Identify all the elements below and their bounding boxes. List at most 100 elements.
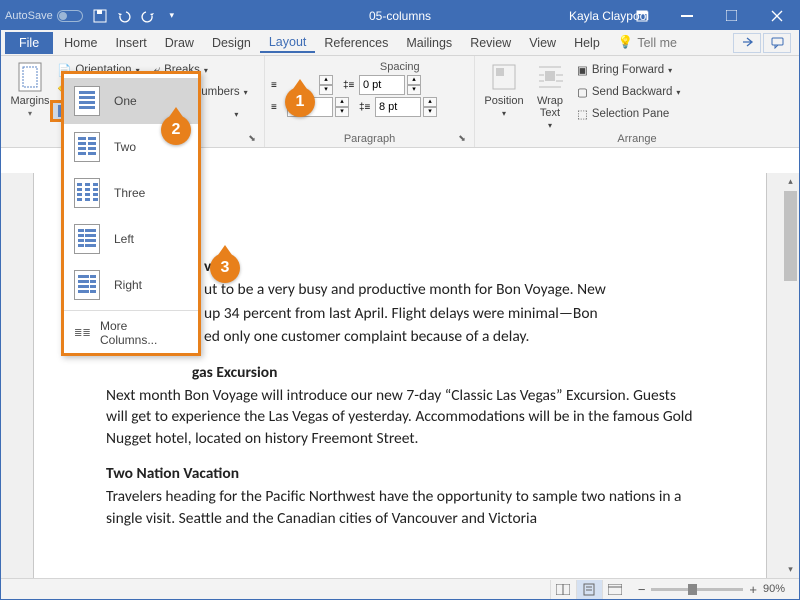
- web-layout-button[interactable]: [602, 580, 628, 599]
- spacing-after-input[interactable]: ‡≡▴▾: [359, 97, 437, 117]
- columns-option-left[interactable]: Left: [64, 216, 198, 262]
- doc-para-1c: ed only one customer complaint because o…: [204, 326, 694, 347]
- window-controls: [619, 1, 799, 30]
- autosave-label: AutoSave: [5, 10, 53, 22]
- tab-insert[interactable]: Insert: [107, 33, 156, 53]
- one-column-icon: [74, 86, 100, 116]
- scroll-thumb[interactable]: [784, 191, 797, 281]
- spin-down[interactable]: ▾: [423, 107, 437, 117]
- page-setup-launcher[interactable]: ⬊: [246, 133, 258, 145]
- zoom-in-button[interactable]: +: [749, 582, 757, 597]
- tab-home[interactable]: Home: [55, 33, 106, 53]
- send-backward-icon: ▢: [577, 85, 588, 99]
- arrange-group-label: Arrange: [481, 133, 793, 147]
- two-column-icon: [74, 132, 100, 162]
- quick-access-toolbar: ▾: [89, 5, 183, 27]
- ribbon-display-button[interactable]: [619, 1, 664, 30]
- zoom-control: − + 90%: [638, 582, 793, 597]
- toggle-off-icon[interactable]: [57, 10, 83, 22]
- columns-option-three[interactable]: Three: [64, 170, 198, 216]
- position-icon: [488, 61, 520, 93]
- left-column-icon: [74, 224, 100, 254]
- vertical-scrollbar[interactable]: ▴ ▾: [782, 173, 799, 578]
- spacing-before-input[interactable]: ‡≡ ▴▾: [343, 75, 421, 95]
- spin-down[interactable]: ▾: [319, 85, 333, 95]
- doc-para-1b: up 34 percent from last April. Flight de…: [204, 303, 694, 324]
- qat-customize-dropdown[interactable]: ▾: [161, 5, 183, 27]
- status-bar: − + 90%: [1, 578, 799, 599]
- lightbulb-icon: 💡: [618, 35, 634, 50]
- title-bar: AutoSave ▾ 05-columns Kayla Claypool: [1, 1, 799, 30]
- spin-down[interactable]: ▾: [335, 107, 349, 117]
- tab-design[interactable]: Design: [203, 33, 260, 53]
- tab-references[interactable]: References: [315, 33, 397, 53]
- autosave-toggle[interactable]: AutoSave: [5, 10, 83, 22]
- tab-view[interactable]: View: [520, 33, 565, 53]
- more-columns-label: More Columns...: [100, 319, 188, 347]
- selection-pane-label: Selection Pane: [592, 108, 669, 120]
- indent-right-icon: ≡: [271, 102, 285, 113]
- doc-heading-2: gas Excursion: [192, 363, 278, 382]
- bring-forward-button[interactable]: ▣Bring Forward▾: [573, 59, 684, 81]
- send-backward-button[interactable]: ▢Send Backward▾: [573, 81, 684, 103]
- tell-me-search[interactable]: 💡 Tell me: [609, 32, 686, 53]
- group-arrange: Position▾ Wrap Text▾ ▣Bring Forward▾ ▢Se…: [475, 56, 799, 147]
- redo-button[interactable]: [137, 5, 159, 27]
- spacing-header: Spacing: [380, 61, 420, 73]
- annotation-badge-3: 3: [210, 253, 240, 283]
- paragraph-launcher[interactable]: ⬊: [456, 133, 468, 145]
- tab-review[interactable]: Review: [461, 33, 520, 53]
- tab-layout[interactable]: Layout: [260, 32, 316, 53]
- spin-up[interactable]: ▴: [335, 97, 349, 107]
- maximize-button[interactable]: [709, 1, 754, 30]
- tab-file[interactable]: File: [5, 32, 53, 54]
- more-columns-button[interactable]: ≣≣ More Columns...: [64, 313, 198, 353]
- wrap-label: Wrap Text: [529, 95, 571, 119]
- menu-label: Left: [114, 232, 134, 246]
- scroll-up-button[interactable]: ▴: [782, 173, 799, 190]
- annotation-badge-1: 1: [285, 87, 315, 117]
- spin-up[interactable]: ▴: [407, 75, 421, 85]
- spin-up[interactable]: ▴: [319, 75, 333, 85]
- share-button[interactable]: [733, 33, 761, 53]
- bring-forward-label: Bring Forward: [592, 64, 664, 76]
- zoom-out-button[interactable]: −: [638, 582, 646, 597]
- close-button[interactable]: [754, 1, 799, 30]
- comments-button[interactable]: [763, 33, 791, 53]
- print-layout-button[interactable]: [576, 580, 602, 599]
- menu-label: Right: [114, 278, 142, 292]
- menu-separator: [64, 310, 198, 311]
- scroll-down-button[interactable]: ▾: [782, 561, 799, 578]
- selection-pane-button[interactable]: ⬚Selection Pane: [573, 103, 684, 125]
- columns-option-right[interactable]: Right: [64, 262, 198, 308]
- annotation-badge-2: 2: [161, 115, 191, 145]
- spin-up[interactable]: ▴: [423, 97, 437, 107]
- spacing-before-icon: ‡≡: [343, 80, 357, 91]
- zoom-level[interactable]: 90%: [763, 583, 793, 595]
- chevron-down-icon: ▾: [28, 109, 32, 118]
- tab-mailings[interactable]: Mailings: [397, 33, 461, 53]
- tell-me-label: Tell me: [637, 36, 677, 50]
- position-label: Position: [484, 95, 523, 107]
- tab-help[interactable]: Help: [565, 33, 609, 53]
- menu-label: One: [114, 94, 137, 108]
- save-button[interactable]: [89, 5, 111, 27]
- minimize-button[interactable]: [664, 1, 709, 30]
- bring-forward-icon: ▣: [577, 63, 588, 77]
- menu-label: Three: [114, 186, 145, 200]
- three-column-icon: [74, 178, 100, 208]
- wrap-text-button[interactable]: Wrap Text▾: [527, 59, 573, 133]
- spin-down[interactable]: ▾: [407, 85, 421, 95]
- doc-para-1a: ut to be a very busy and productive mont…: [204, 279, 694, 300]
- undo-button[interactable]: [113, 5, 135, 27]
- wrap-text-icon: [534, 61, 566, 93]
- zoom-slider[interactable]: [651, 588, 743, 591]
- read-mode-button[interactable]: [550, 580, 576, 599]
- tab-draw[interactable]: Draw: [156, 33, 203, 53]
- columns-icon: ≣≣: [74, 328, 90, 339]
- margins-button[interactable]: Margins ▾: [7, 59, 53, 133]
- paragraph-group-label: Paragraph⬊: [271, 133, 468, 147]
- position-button[interactable]: Position▾: [481, 59, 527, 133]
- view-switcher: [550, 580, 628, 599]
- document-title: 05-columns: [369, 9, 431, 23]
